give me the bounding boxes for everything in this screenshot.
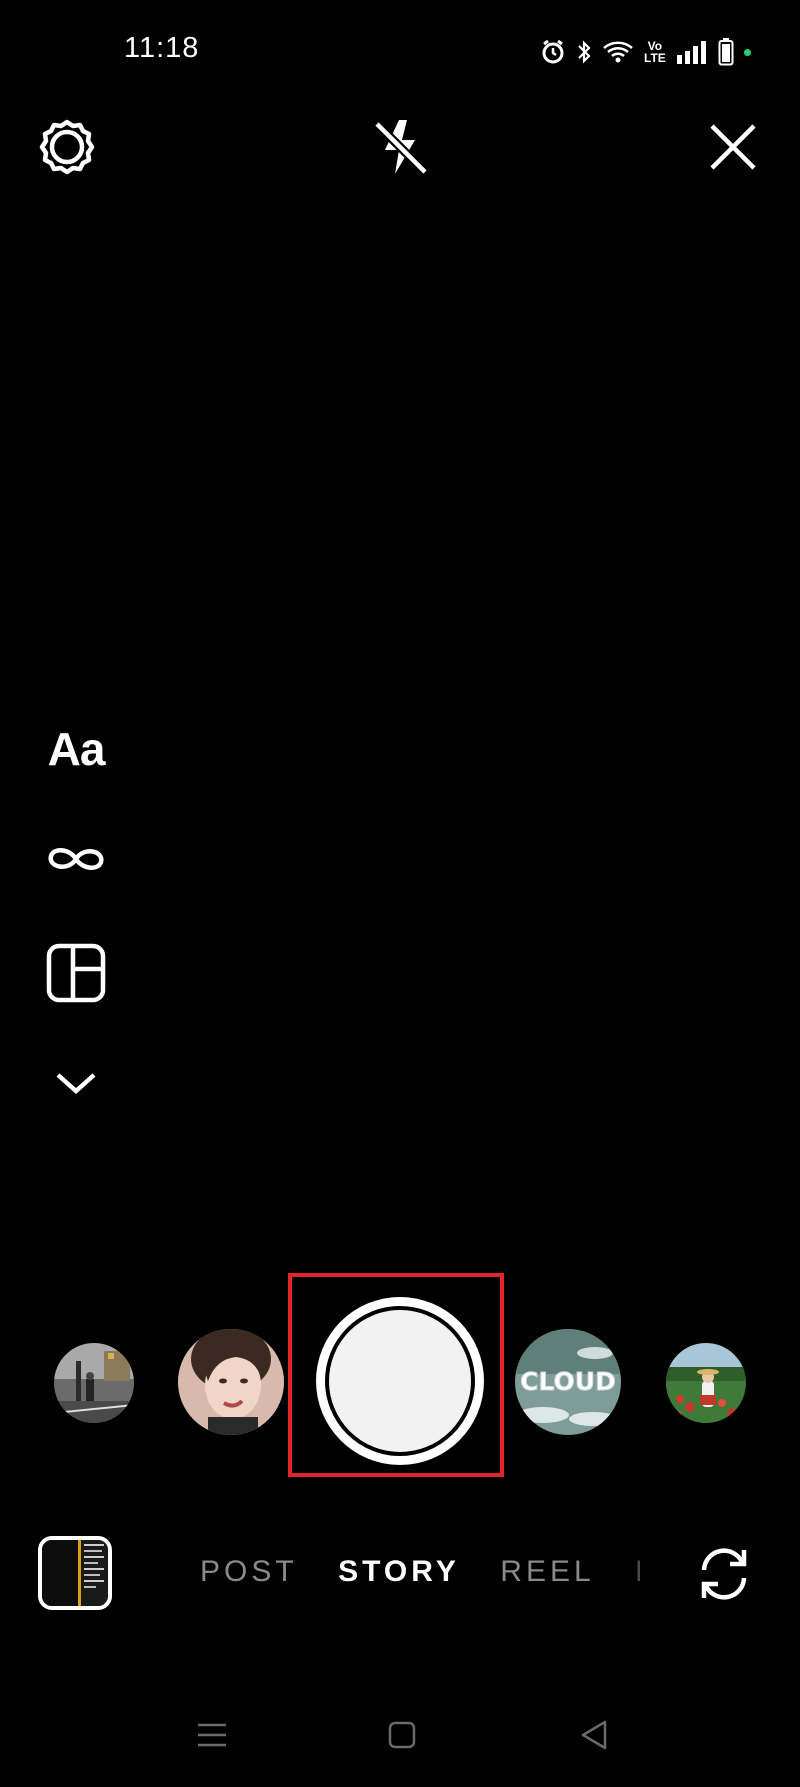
volte-icon: Vo LTE xyxy=(644,40,666,64)
gear-icon xyxy=(36,116,98,183)
gallery-button[interactable] xyxy=(38,1536,112,1610)
home-icon xyxy=(388,1721,416,1754)
flash-off-icon xyxy=(371,116,431,183)
mode-reel[interactable]: REEL xyxy=(500,1555,594,1589)
text-tool-label: Aa xyxy=(47,723,106,775)
menu-icon xyxy=(197,1722,227,1753)
boomerang-button[interactable] xyxy=(38,826,114,896)
battery-icon xyxy=(718,38,734,66)
street-effect-image xyxy=(54,1343,134,1423)
portrait-effect-image xyxy=(178,1329,284,1435)
effect-thumbnail-portrait[interactable] xyxy=(178,1329,284,1435)
camera-mode-selector[interactable]: POST STORY REEL LI xyxy=(200,1555,640,1599)
status-time: 11:18 xyxy=(124,32,200,64)
layout-button[interactable] xyxy=(38,940,114,1010)
recent-apps-button[interactable] xyxy=(182,1712,242,1762)
chevron-down-icon xyxy=(54,1070,98,1101)
effect-thumbnail-street[interactable] xyxy=(54,1343,134,1423)
home-button[interactable] xyxy=(372,1712,432,1762)
mode-story[interactable]: STORY xyxy=(338,1555,460,1589)
back-button[interactable] xyxy=(564,1712,624,1762)
more-tools-button[interactable] xyxy=(38,1050,114,1120)
signal-icon xyxy=(676,40,708,64)
alarm-icon xyxy=(540,39,566,65)
mode-live[interactable]: LI xyxy=(635,1555,640,1589)
close-icon xyxy=(708,122,758,177)
network-label: Vo LTE xyxy=(644,39,666,65)
close-button[interactable] xyxy=(698,114,768,184)
flash-button[interactable] xyxy=(366,114,436,184)
settings-button[interactable] xyxy=(32,114,102,184)
cloud-effect-label: CLOUD xyxy=(520,1367,616,1396)
garden-effect-image xyxy=(666,1343,746,1423)
shutter-inner-ring xyxy=(325,1306,475,1456)
gallery-thumbnail xyxy=(42,1540,108,1606)
create-text-button[interactable]: Aa xyxy=(38,714,114,784)
effect-thumbnail-garden[interactable] xyxy=(666,1343,746,1423)
effect-thumbnail-cloud[interactable]: CLOUD xyxy=(515,1329,621,1435)
cloud-effect-image: CLOUD xyxy=(515,1329,621,1435)
shutter-button[interactable] xyxy=(316,1297,484,1465)
layout-icon xyxy=(46,943,106,1008)
infinity-icon xyxy=(46,842,106,881)
notification-dot xyxy=(743,48,751,56)
flip-camera-button[interactable] xyxy=(688,1540,760,1612)
mode-post[interactable]: POST xyxy=(200,1555,298,1589)
wifi-icon xyxy=(602,39,634,65)
status-icons: Vo LTE xyxy=(540,32,751,72)
flip-camera-icon xyxy=(694,1546,754,1607)
back-icon xyxy=(580,1720,608,1755)
bluetooth-icon xyxy=(576,39,592,65)
